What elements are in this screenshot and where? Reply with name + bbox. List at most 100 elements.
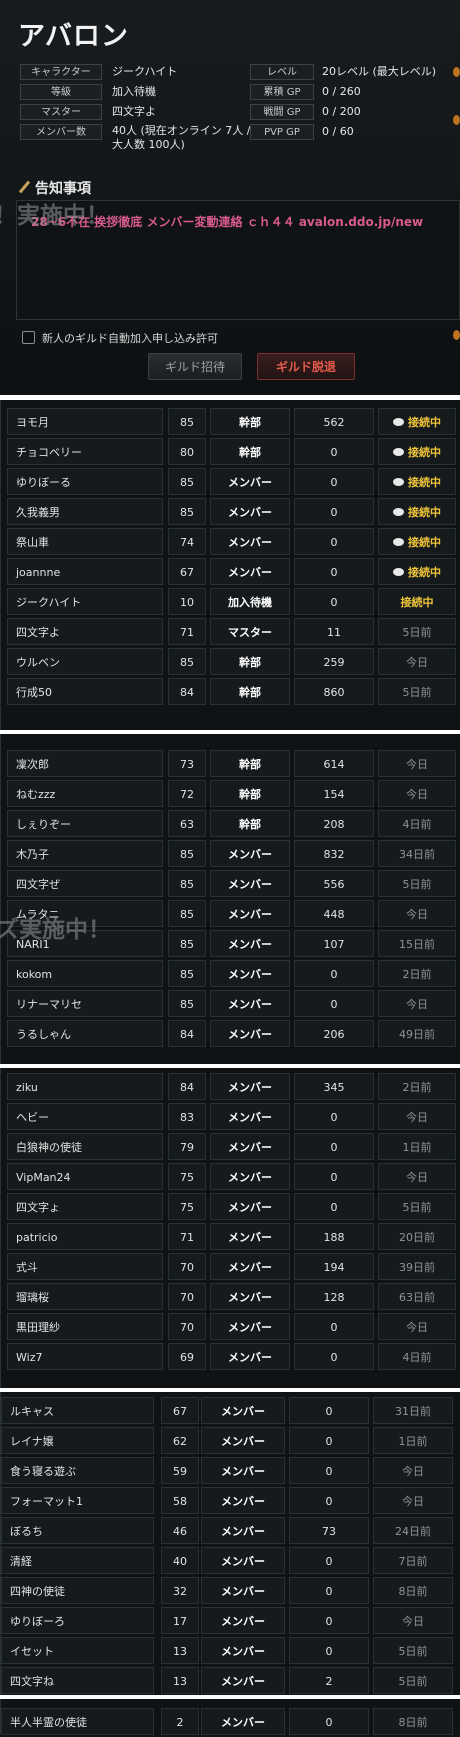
member-level: 17 (161, 1607, 199, 1634)
member-row[interactable]: kokom 85 メンバー 0 2日前 (1, 960, 460, 989)
reward-icon[interactable] (453, 67, 460, 77)
info-pvp-gp: PVP GP 0 / 60 (250, 124, 460, 141)
member-gp: 0 (294, 1133, 374, 1160)
member-row[interactable]: リナーマリセ 85 メンバー 0 今日 (1, 990, 460, 1019)
member-name: 凜次郎 (7, 750, 163, 777)
notice-textarea[interactable]: 28~6不在 挨拶徹底 メンバー変動連絡 ｃｈ４４ avalon.ddo.jp/… (16, 200, 460, 320)
member-rank-text: 幹部 (239, 416, 261, 429)
member-row[interactable]: ゆりぼーる 85 メンバー 0 接続中 (1, 468, 460, 497)
chat-bubble-icon (393, 418, 404, 426)
member-row[interactable]: VipMan24 75 メンバー 0 今日 (1, 1163, 460, 1192)
member-row[interactable]: patricio 71 メンバー 188 20日前 (1, 1223, 460, 1252)
member-status-text: 2日前 (402, 1081, 432, 1094)
member-gp-text: 0 (325, 1716, 333, 1729)
member-name: 行成50 (7, 678, 163, 705)
member-name-text: ムラタニ (16, 908, 60, 921)
member-row[interactable]: 黒田理紗 70 メンバー 0 今日 (1, 1313, 460, 1342)
member-gp-text: 0 (330, 596, 338, 609)
member-row[interactable]: うるしゃん 84 メンバー 206 49日前 (1, 1020, 460, 1049)
member-status: 1日前 (373, 1427, 453, 1454)
member-rank: 幹部 (210, 648, 290, 675)
member-name: ヘビー (7, 1103, 163, 1130)
member-level: 85 (168, 930, 206, 957)
member-rank: メンバー (210, 498, 290, 525)
member-row[interactable]: 行成50 84 幹部 860 5日前 (1, 678, 460, 707)
member-row[interactable]: イセット 13 メンバー 0 5日前 (1, 1637, 460, 1666)
member-row[interactable]: 四神の使徒 32 メンバー 0 8日前 (1, 1577, 460, 1606)
member-level-text: 84 (180, 1028, 194, 1041)
member-gp-text: 0 (330, 1111, 338, 1124)
member-row[interactable]: 凜次郎 73 幹部 614 今日 (1, 750, 460, 779)
member-gp-text: 11 (327, 626, 341, 639)
member-rank: メンバー (210, 1253, 290, 1280)
member-row[interactable]: joannne 67 メンバー 0 接続中 (1, 558, 460, 587)
member-row[interactable]: 木乃子 85 メンバー 832 34日前 (1, 840, 460, 869)
member-row[interactable]: フォーマット1 58 メンバー 0 今日 (1, 1487, 460, 1516)
member-rank-text: 幹部 (239, 758, 261, 771)
member-row[interactable]: 四文字ぜ 85 メンバー 556 5日前 (1, 870, 460, 899)
info-value: 四文字よ (112, 105, 156, 118)
member-row[interactable]: ゆりぼーろ 17 メンバー 0 今日 (1, 1607, 460, 1636)
member-level-text: 80 (180, 446, 194, 459)
member-row[interactable]: 食う寝る遊ぶ 59 メンバー 0 今日 (1, 1457, 460, 1486)
member-name: 四文字ょ (7, 1193, 163, 1220)
member-row[interactable]: ヨモ月 85 幹部 562 接続中 (1, 408, 460, 437)
guild-leave-button[interactable]: ギルド脱退 (257, 353, 355, 380)
member-row[interactable]: チョコベリー 80 幹部 0 接続中 (1, 438, 460, 467)
member-row[interactable]: 白狼神の使徒 79 メンバー 0 1日前 (1, 1133, 460, 1162)
member-row[interactable]: ziku 84 メンバー 345 2日前 (1, 1073, 460, 1102)
member-row[interactable]: 久我義男 85 メンバー 0 接続中 (1, 498, 460, 527)
member-row[interactable]: 四文字ょ 75 メンバー 0 5日前 (1, 1193, 460, 1222)
member-level: 58 (161, 1487, 199, 1514)
member-rank: 幹部 (210, 438, 290, 465)
member-name: 四文字ぜ (7, 870, 163, 897)
member-gp: 614 (294, 750, 374, 777)
info-character: キャラクター ジークハイト (20, 64, 250, 81)
member-row[interactable]: ねむzzz 72 幹部 154 今日 (1, 780, 460, 809)
member-row[interactable]: 祭山車 74 メンバー 0 接続中 (1, 528, 460, 557)
member-rank-text: メンバー (228, 1261, 272, 1274)
member-row[interactable]: ウルベン 85 幹部 259 今日 (1, 648, 460, 677)
member-row[interactable]: ジークハイト 10 加入待機 0 接続中 (1, 588, 460, 617)
auto-join-option[interactable]: 新人のギルド自動加入申し込み許可 (22, 330, 218, 346)
reward-icon[interactable] (453, 330, 460, 340)
member-level-text: 46 (173, 1525, 187, 1538)
guild-invite-button[interactable]: ギルド招待 (148, 353, 242, 380)
info-value: 0 / 200 (322, 105, 361, 118)
member-row[interactable]: Wiz7 69 メンバー 0 4日前 (1, 1343, 460, 1372)
member-row[interactable]: ヘビー 83 メンバー 0 今日 (1, 1103, 460, 1132)
member-status-text: 1日前 (402, 1141, 432, 1154)
member-level: 74 (168, 528, 206, 555)
member-row[interactable]: 四文字よ 71 マスター 11 5日前 (1, 618, 460, 647)
member-row[interactable]: ぼるち 46 メンバー 73 24日前 (1, 1517, 460, 1546)
member-row[interactable]: ムラタニ 85 メンバー 448 今日 (1, 900, 460, 929)
member-rank: メンバー (210, 870, 290, 897)
member-status: 今日 (378, 1103, 456, 1130)
member-row[interactable]: レイナ嬢 62 メンバー 0 1日前 (1, 1427, 460, 1456)
member-rank: 加入待機 (210, 588, 290, 615)
member-status-text: 今日 (406, 1321, 428, 1334)
member-status-text: 今日 (402, 1495, 424, 1508)
member-name-text: 行成50 (16, 686, 52, 699)
member-status: 今日 (378, 990, 456, 1017)
member-row[interactable]: 瑠璃桜 70 メンバー 128 63日前 (1, 1283, 460, 1312)
member-row[interactable]: ルキャス 67 メンバー 0 31日前 (1, 1397, 460, 1426)
member-gp-text: 73 (322, 1525, 336, 1538)
member-row[interactable]: 半人半霊の使徒 2 メンバー 0 8日前 (1, 1708, 460, 1737)
member-rank: メンバー (210, 528, 290, 555)
member-row[interactable]: 式斗 70 メンバー 194 39日前 (1, 1253, 460, 1282)
member-gp-text: 208 (323, 818, 345, 831)
member-row[interactable]: 四文字ね 13 メンバー 2 5日前 (1, 1667, 460, 1696)
member-rank-text: メンバー (221, 1585, 265, 1598)
member-rank-text: 幹部 (239, 656, 261, 669)
member-level-text: 13 (173, 1645, 187, 1658)
member-row[interactable]: 清経 40 メンバー 0 7日前 (1, 1547, 460, 1576)
auto-join-checkbox[interactable] (22, 331, 35, 344)
member-gp-text: 0 (325, 1615, 333, 1628)
member-gp-text: 0 (330, 1201, 338, 1214)
member-name: フォーマット1 (1, 1487, 154, 1514)
member-status: 今日 (373, 1487, 453, 1514)
member-row[interactable]: NARI1 85 メンバー 107 15日前 (1, 930, 460, 959)
member-rank-text: メンバー (228, 1171, 272, 1184)
member-row[interactable]: しぇりぞー 63 幹部 208 4日前 (1, 810, 460, 839)
